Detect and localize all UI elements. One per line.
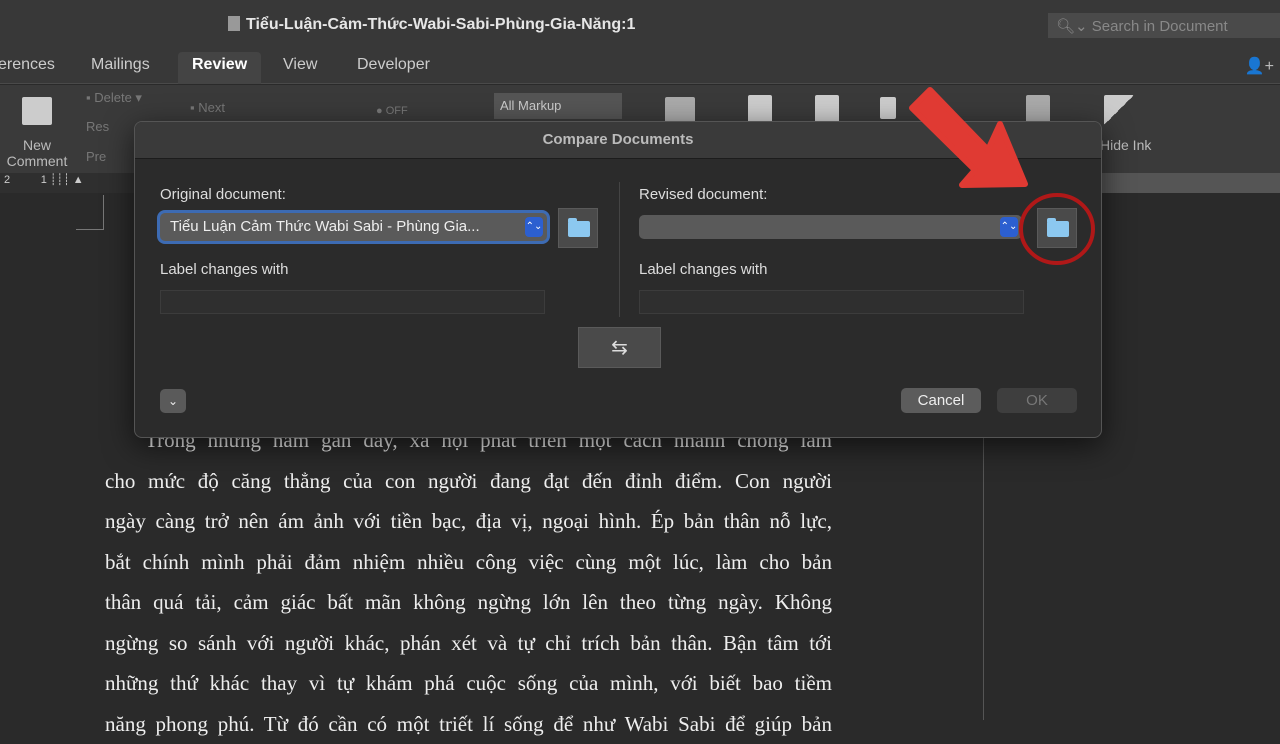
delete-comment-button[interactable]: ▪ Delete ▾ [86,90,142,106]
previous-button[interactable]: Pre [86,149,106,164]
revised-browse-button[interactable] [1037,208,1077,248]
text-line: thân quá tải, cảm giác bất mãn không ngừ… [105,582,832,623]
resolve-button[interactable]: Res [86,119,109,134]
dialog-title: Compare Documents [135,122,1101,159]
revised-label-changes-label: Label changes with [639,261,767,278]
tab-review[interactable]: Review [178,52,261,84]
share-user-icon[interactable]: 👤+ [1245,56,1274,76]
markup-select[interactable]: All Markup [494,93,622,119]
original-label-changes-label: Label changes with [160,261,288,278]
text-line: cho mức độ căng thẳng của con người đang… [105,461,832,502]
revised-document-select[interactable]: ⌃⌄ [639,215,1022,239]
text-line: bắt chính mình phải đảm nhiệm nhiều công… [105,542,832,583]
chevron-down-icon: ⌄ [168,394,178,408]
text-line: năng phong phú. Từ đó cần có một triết l… [105,704,832,744]
expand-options-button[interactable]: ⌄ [160,389,186,413]
hide-ink-button[interactable]: Hide Ink [1100,137,1151,153]
ok-button[interactable]: OK [997,388,1077,413]
track-changes-toggle[interactable]: ● OFF [376,105,408,117]
next-button[interactable]: ▪ Next [190,100,225,115]
folder-icon [1047,221,1069,237]
revised-label-changes-input[interactable] [639,290,1024,314]
swap-arrows-icon: ⇆ [611,337,628,359]
original-document-select[interactable]: Tiểu Luận Cảm Thức Wabi Sabi - Phùng Gia… [160,213,547,241]
cancel-button[interactable]: Cancel [901,388,981,413]
swap-documents-button[interactable]: ⇆ [578,327,661,368]
title-bar: Tiểu-Luận-Cảm-Thức-Wabi-Sabi-Phùng-Gia-N… [0,0,1280,46]
ruler-right [1101,173,1280,193]
previous-change-icon[interactable] [880,97,896,119]
tab-view[interactable]: View [283,56,317,74]
ribbon-tabs: erences Mailings Review View Developer 👤… [0,46,1280,84]
divider [619,182,620,317]
hide-ink-icon [1104,95,1134,125]
tab-mailings[interactable]: Mailings [91,56,150,74]
original-label-changes-input[interactable] [160,290,545,314]
search-input[interactable]: 🔍︎⌄ Search in Document [1048,13,1280,38]
folder-icon [568,221,590,237]
original-browse-button[interactable] [558,208,598,248]
window-title: Tiểu-Luận-Cảm-Thức-Wabi-Sabi-Phùng-Gia-N… [228,16,635,34]
search-icon: 🔍︎⌄ [1056,18,1092,35]
compare-documents-dialog: Compare Documents Original document: Tiể… [134,121,1102,438]
tab-references[interactable]: erences [0,56,55,74]
original-document-label: Original document: [160,186,286,203]
new-comment-icon [22,97,52,125]
new-comment-button[interactable]: New Comment [0,137,74,169]
ruler: 2 1 ┊┊┊ ▲ [0,173,135,193]
margin-marker [76,195,104,230]
tab-developer[interactable]: Developer [357,56,430,74]
text-line: ngừng so sánh với người khác, phán xét v… [105,623,832,664]
document-body[interactable]: Trong những năm gần đây, xã hội phát tri… [105,420,832,744]
text-line: những thứ khác thay vì tự khám phá cuộc … [105,663,832,704]
select-stepper-icon: ⌃⌄ [1000,217,1018,237]
word-document-icon [228,16,240,31]
revised-document-label: Revised document: [639,186,767,203]
text-line: ngày càng trở nên ám ảnh với tiền bạc, đ… [105,501,832,542]
select-stepper-icon: ⌃⌄ [525,217,543,237]
